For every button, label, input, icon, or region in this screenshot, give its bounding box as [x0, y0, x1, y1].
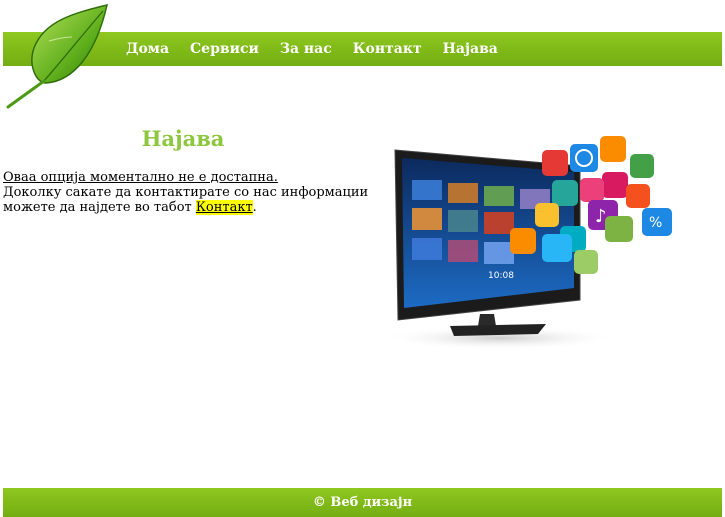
nav-item-login[interactable]: Најава: [443, 41, 498, 57]
contact-tab-suffix: .: [252, 200, 257, 215]
unavailable-message: Оваа опција моментално не е достапна.: [3, 170, 278, 185]
nav-menu: Дома Сервиси За нас Контакт Најава: [126, 32, 519, 66]
svg-text:♪: ♪: [595, 206, 607, 227]
nav-item-home[interactable]: Дома: [126, 41, 169, 57]
svg-text:%: %: [649, 215, 662, 231]
content-text: Оваа опција моментално не е достапна. До…: [3, 170, 369, 215]
contact-link[interactable]: Контакт: [195, 200, 253, 215]
footer-copyright: © Веб дизајн: [312, 495, 413, 510]
svg-text:10:08: 10:08: [488, 271, 514, 281]
nav-item-services[interactable]: Сервиси: [190, 41, 259, 57]
contact-tab-line: можете да најдете во табот Контакт.: [3, 200, 343, 215]
nav-item-contact[interactable]: Контакт: [353, 41, 422, 57]
footer: © Веб дизајн: [3, 488, 722, 517]
contact-tab-prefix: можете да најдете во табот: [3, 200, 196, 215]
leaf-logo-icon[interactable]: [4, 3, 112, 111]
tv-apps-illustration: 10:08 ♪ %: [380, 136, 672, 350]
page-title: Најава: [141, 126, 225, 151]
nav-item-about[interactable]: За нас: [280, 41, 332, 57]
contact-info-line: Доколку сакате да контактирате со нас ин…: [3, 185, 369, 200]
